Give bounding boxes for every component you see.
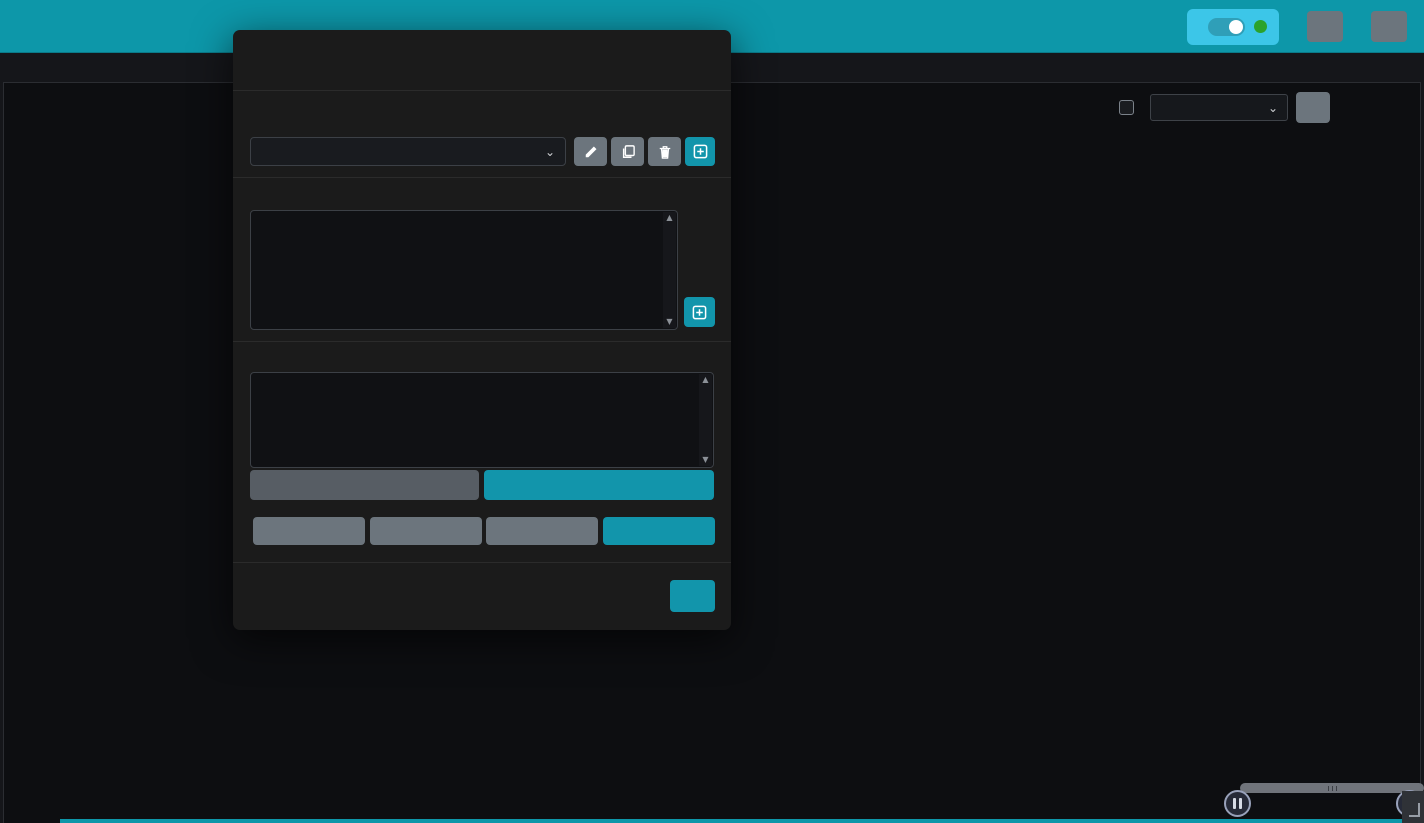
indicators-listbox[interactable]: ▲▼ [250,372,714,468]
datazoom-scrollbar[interactable] [1240,783,1424,793]
panel-resize-grip[interactable] [1402,791,1424,823]
show-button[interactable] [486,517,598,545]
heikin-ashi-row: ⌄ [1119,92,1330,123]
scrollbar[interactable]: ▲▼ [663,212,676,328]
user-menu[interactable] [1371,11,1412,42]
chevron-down-icon: ⌄ [545,145,555,159]
plot-configurator-gear-button[interactable] [1296,92,1330,123]
scrollbar[interactable]: ▲▼ [699,374,712,466]
reset-button[interactable] [253,517,365,545]
delete-config-button[interactable] [648,137,681,166]
chevron-down-icon: ⌄ [1268,101,1278,115]
edit-config-button[interactable] [574,137,607,166]
pencil-icon [584,145,598,159]
bottom-accent-strip [60,819,1424,823]
divider [233,562,731,563]
plot-configurator-dialog: ⌄ ▲▼ ▲▼ [233,30,731,630]
add-target-plot-button[interactable] [684,297,715,327]
remove-indicator-button[interactable] [250,470,479,500]
app-window: ⌄ ⌄ [0,0,1424,823]
plot-config-select[interactable]: ⌄ [1150,94,1288,121]
datazoom-left-handle[interactable] [1224,790,1251,817]
duplicate-config-button[interactable] [611,137,644,166]
plot-config-name-select[interactable]: ⌄ [250,137,566,166]
divider [233,177,731,178]
refresh-button[interactable] [1307,11,1343,42]
target-plot-listbox[interactable]: ▲▼ [250,210,678,330]
avatar [1371,11,1407,42]
plus-square-icon [693,144,708,159]
bot-status-dot [1254,20,1267,33]
add-config-button[interactable] [685,137,715,166]
plus-square-icon [692,305,707,320]
heikin-ashi-checkbox[interactable] [1119,100,1134,115]
from-strategy-button[interactable] [370,517,482,545]
ok-button[interactable] [670,580,715,612]
add-new-indicator-button[interactable] [484,470,714,500]
divider [233,341,731,342]
toggle-knob [1229,20,1243,34]
bot-toggle[interactable] [1208,18,1245,36]
save-button[interactable] [603,517,715,545]
trash-icon [658,145,672,159]
divider [233,90,731,91]
bot-selector[interactable] [1187,9,1279,45]
copy-icon [621,145,635,159]
